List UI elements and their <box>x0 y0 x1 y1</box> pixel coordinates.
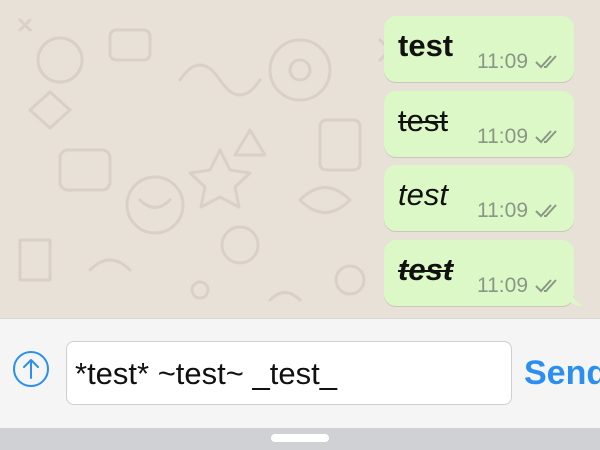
message-text-bold-italic-strikethrough: test <box>398 252 454 287</box>
message-text-bold: test <box>398 28 454 63</box>
outgoing-message-bubble[interactable]: test 11:09 <box>384 91 574 157</box>
message-meta: 11:09 <box>477 274 560 298</box>
double-check-read-icon <box>535 55 557 69</box>
message-time: 11:09 <box>477 274 528 297</box>
system-bottom-bar <box>0 428 600 450</box>
message-text-strikethrough: test <box>398 103 448 138</box>
chat-area: test 11:09 test 11:09 test 11:09 test 11… <box>0 0 600 318</box>
send-button[interactable]: Send <box>524 353 600 393</box>
message-input-value: *test* ~test~ _test_ <box>75 356 337 391</box>
outgoing-message-bubble[interactable]: test 11:09 <box>384 240 583 306</box>
message-time: 11:09 <box>477 125 528 148</box>
double-check-read-icon <box>535 204 557 218</box>
attach-button[interactable] <box>13 351 49 387</box>
message-input[interactable]: *test* ~test~ _test_ <box>66 341 512 405</box>
outgoing-message-bubble[interactable]: test 11:09 <box>384 165 574 231</box>
outgoing-message-bubble[interactable]: test 11:09 <box>384 16 574 82</box>
double-check-read-icon <box>535 279 557 293</box>
double-check-read-icon <box>535 130 557 144</box>
message-composer: *test* ~test~ _test_ Send <box>0 318 600 429</box>
message-meta: 11:09 <box>477 125 560 149</box>
bubble-tail <box>569 286 583 306</box>
message-text-italic: test <box>398 177 448 212</box>
message-time: 11:09 <box>477 50 528 73</box>
message-meta: 11:09 <box>477 199 560 223</box>
home-indicator[interactable] <box>271 434 329 442</box>
upload-arrow-icon <box>23 359 39 379</box>
message-meta: 11:09 <box>477 50 560 74</box>
message-time: 11:09 <box>477 199 528 222</box>
